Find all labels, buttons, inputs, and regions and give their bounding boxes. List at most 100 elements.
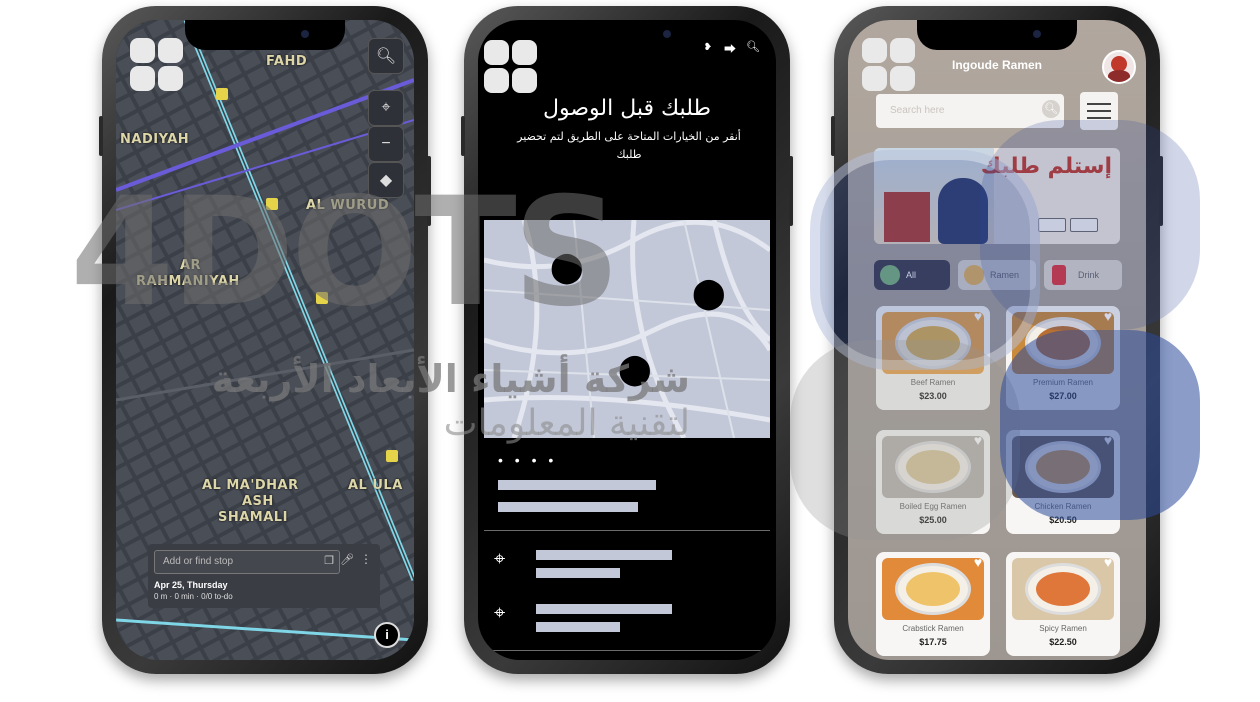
volume-button: [461, 116, 465, 156]
volume-button: [99, 116, 103, 156]
chip-all[interactable]: All: [874, 260, 950, 290]
mic-icon[interactable]: 🎤︎: [340, 553, 354, 566]
search-input[interactable]: Search here: [876, 94, 1064, 128]
banner-badge: [1038, 218, 1066, 232]
power-button: [789, 156, 793, 226]
page-subtitle: أنقر من الخيارات المتاحة على الطريق لتم …: [517, 130, 741, 161]
info-icon[interactable]: i: [374, 622, 400, 648]
item-name: Boiled Egg Ramen: [899, 502, 967, 511]
compass-icon[interactable]: ◆: [368, 162, 404, 198]
notch: [917, 20, 1077, 50]
chip-label: All: [906, 270, 917, 280]
menu-item-card[interactable]: ♥ Beef Ramen $23.00: [876, 306, 990, 410]
map-label-al-madhar: AL MA'DHAR: [202, 478, 299, 493]
app-logo: [130, 38, 184, 92]
placeholder-line: [498, 502, 638, 512]
power-button: [427, 156, 431, 226]
map-label-nadiyah: NADIYAH: [120, 132, 190, 147]
item-name: Premium Ramen: [1032, 378, 1093, 387]
banner-illustration: [874, 148, 994, 244]
zoom-out-icon[interactable]: −: [368, 126, 404, 162]
item-price: $27.00: [1049, 391, 1077, 401]
item-name: Crabstick Ramen: [902, 624, 964, 633]
heart-icon[interactable]: ♥: [1100, 432, 1116, 448]
avatar[interactable]: [1102, 50, 1136, 84]
phone1-screen: FAHD NADIYAH AL WURUD AR RAHMANIYAH AL M…: [116, 20, 414, 660]
divider: [484, 530, 770, 531]
stop-input[interactable]: Add or find stop: [154, 550, 340, 574]
map-label-rahmaniyah: RAHMANIYAH: [136, 274, 240, 289]
phone-navigation: FAHD NADIYAH AL WURUD AR RAHMANIYAH AL M…: [99, 6, 431, 674]
map-pin-icon[interactable]: ⬤: [618, 352, 652, 387]
phone2-screen: ❥ ⮕ 🔍︎ طلبك قبل الوصول أنقر من الخيارات …: [478, 20, 776, 660]
placeholder-line: [498, 480, 656, 490]
volume-button: [831, 116, 835, 156]
search-icon[interactable]: 🔍︎: [1042, 100, 1060, 118]
locate-icon[interactable]: ⌖: [368, 90, 404, 126]
search-icon[interactable]: 🔍︎: [746, 40, 760, 53]
promo-banner[interactable]: إستلم طلبك: [874, 148, 1120, 244]
placeholder-line: [536, 550, 672, 560]
bookmark-icon[interactable]: ❥: [704, 42, 712, 53]
map-pin-icon[interactable]: ⬤: [550, 250, 584, 285]
notch: [547, 20, 707, 50]
placeholder-line: [536, 568, 620, 578]
map-streets: [484, 220, 770, 438]
scan-icon[interactable]: ❐: [324, 554, 334, 567]
chip-drink[interactable]: Drink: [1044, 260, 1122, 290]
item-price: $17.75: [919, 637, 947, 647]
share-icon[interactable]: ⮕: [724, 40, 736, 57]
category-chips: All Ramen Drink: [874, 260, 1126, 290]
placeholder-line: [536, 604, 672, 614]
page-title: طلبك قبل الوصول: [543, 96, 711, 121]
app-logo: [862, 38, 916, 92]
item-name: Beef Ramen: [910, 378, 956, 387]
location-pin-icon: ⌖: [494, 602, 506, 624]
menu-item-card[interactable]: ♥ Boiled Egg Ramen $25.00: [876, 430, 990, 534]
heart-icon[interactable]: ♥: [970, 432, 986, 448]
route-summary: 0 m · 0 min · 0/0 to-do: [154, 592, 233, 601]
app-logo: [484, 40, 538, 94]
power-button: [1159, 156, 1163, 226]
map-label-shamali: SHAMALI: [218, 510, 288, 525]
phone-order-wireframe: ❥ ⮕ 🔍︎ طلبك قبل الوصول أنقر من الخيارات …: [461, 6, 793, 674]
divider: [484, 650, 770, 651]
item-name: Chicken Ramen: [1034, 502, 1092, 511]
item-price: $25.00: [919, 515, 947, 525]
map-pin-icon[interactable]: ⬤: [692, 276, 726, 311]
item-price: $20.50: [1049, 515, 1077, 525]
item-price: $23.00: [919, 391, 947, 401]
item-price: $22.50: [1049, 637, 1077, 647]
banner-badge: [1070, 218, 1098, 232]
more-icon[interactable]: ⋮: [360, 552, 372, 566]
menu-item-card[interactable]: ♥ Crabstick Ramen $17.75: [876, 552, 990, 656]
chip-ramen[interactable]: Ramen: [958, 260, 1036, 290]
heart-icon[interactable]: ♥: [1100, 308, 1116, 324]
item-name: Spicy Ramen: [1039, 624, 1087, 633]
heart-icon[interactable]: ♥: [970, 554, 986, 570]
notch: [185, 20, 345, 50]
banner-title: إستلم طلبك: [980, 154, 1112, 179]
chip-label: Ramen: [990, 270, 1020, 280]
map-label-al-wurud: AL WURUD: [306, 198, 390, 213]
map-label-al-ula: AL ULA: [348, 478, 403, 493]
menu-item-card[interactable]: ♥ Chicken Ramen $20.50: [1006, 430, 1120, 534]
filter-button[interactable]: [1080, 92, 1118, 130]
route-date: Apr 25, Thursday: [154, 580, 228, 590]
carousel-dots[interactable]: • • • •: [498, 452, 557, 468]
map-label-fahd: FAHD: [266, 54, 308, 69]
menu-item-card[interactable]: ♥ Spicy Ramen $22.50: [1006, 552, 1120, 656]
phone3-screen: Ingoude Ramen Search here 🔍︎ إستلم طلبك …: [848, 20, 1146, 660]
menu-item-card[interactable]: ♥ Premium Ramen $27.00: [1006, 306, 1120, 410]
placeholder-line: [536, 622, 620, 632]
location-pin-icon: ⌖: [494, 548, 506, 570]
heart-icon[interactable]: ♥: [1100, 554, 1116, 570]
search-icon[interactable]: 🔍︎: [368, 38, 404, 74]
heart-icon[interactable]: ♥: [970, 308, 986, 324]
map-preview[interactable]: ⬤ ⬤ ⬤: [484, 220, 770, 438]
phone-ramen-app: Ingoude Ramen Search here 🔍︎ إستلم طلبك …: [831, 6, 1163, 674]
map-label-ar: AR: [180, 258, 202, 273]
stop-panel: Add or find stop ❐ 🎤︎ ⋮ Apr 25, Thursday…: [148, 544, 380, 608]
map-label-ash: ASH: [242, 494, 274, 509]
chip-label: Drink: [1078, 270, 1100, 280]
